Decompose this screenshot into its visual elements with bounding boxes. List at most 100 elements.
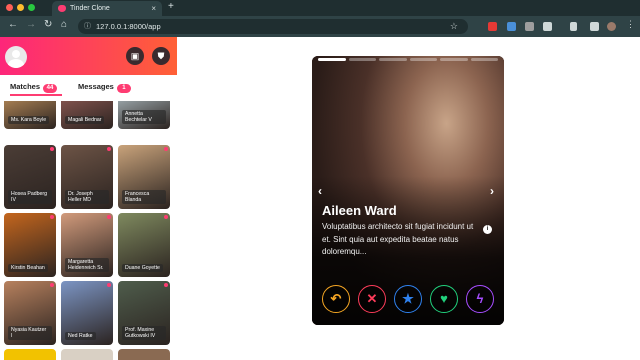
tab-matches-label: Matches — [10, 82, 41, 91]
profile-name: Aileen Ward — [322, 203, 397, 218]
photo-progress-bars — [318, 58, 498, 61]
url-text: 127.0.0.1:8000/app — [96, 22, 161, 31]
match-name: Prof. Maxine Gutkowski IV — [122, 326, 166, 340]
messages-count-badge: 1 — [116, 84, 131, 93]
match-card[interactable]: Ned Ratke — [61, 281, 113, 345]
match-name: Kirstin Beahan — [8, 264, 48, 272]
super-like-icon: ★ — [402, 291, 414, 306]
prev-photo-arrow[interactable]: ‹ — [318, 184, 322, 198]
briefcase-icon: ▣ — [130, 51, 140, 61]
match-name: Annetta Bechtelar V — [122, 110, 166, 124]
match-card-partial[interactable] — [61, 349, 113, 360]
reload-icon[interactable]: ↻ — [44, 19, 52, 30]
tab-messages-label: Messages — [78, 82, 114, 91]
tab-title: Tinder Clone — [70, 5, 110, 12]
new-match-dot — [107, 283, 111, 287]
new-match-dot — [50, 147, 54, 151]
sidebar-toggle-icon[interactable] — [590, 22, 599, 31]
photo-progress-bar — [318, 58, 346, 61]
bookmark-star-icon[interactable]: ☆ — [450, 19, 458, 34]
minimize-window-dot[interactable] — [17, 4, 24, 11]
match-name: Dr. Joseph Heller MD — [65, 190, 109, 204]
match-card[interactable]: Francesca Blanda — [118, 145, 170, 209]
address-bar[interactable]: ⓘ 127.0.0.1:8000/app ☆ — [78, 19, 468, 34]
matches-count-badge: 44 — [43, 84, 58, 93]
avatar-head-icon — [12, 50, 20, 58]
profile-card[interactable]: ‹ › Aileen Ward Voluptatibus architecto … — [312, 56, 504, 325]
boost-icon: ϟ — [476, 291, 484, 306]
like-icon: ♥ — [440, 291, 448, 306]
match-name: Nyasia Kautzer I — [8, 326, 52, 340]
match-card[interactable]: Duane Goyette — [118, 213, 170, 277]
match-card[interactable]: Nyasia Kautzer I — [4, 281, 56, 345]
new-match-dot — [50, 283, 54, 287]
new-match-dot — [107, 147, 111, 151]
like-button[interactable]: ♥ — [430, 285, 458, 313]
sidebar-header: ▣ ⛊ — [0, 37, 177, 75]
match-card[interactable]: Annetta Bechtelar V — [118, 101, 170, 129]
extensions-puzzle-icon[interactable] — [570, 22, 577, 31]
super-like-button[interactable]: ★ — [394, 285, 422, 313]
forward-icon[interactable]: → — [26, 19, 36, 30]
new-match-dot — [50, 215, 54, 219]
browser-tab-bar: Tinder Clone × + — [0, 0, 640, 16]
new-tab-button[interactable]: + — [168, 1, 174, 12]
close-tab-icon[interactable]: × — [151, 1, 156, 16]
new-match-dot — [164, 283, 168, 287]
site-info-icon[interactable]: ⓘ — [84, 19, 91, 34]
match-name: Margaretta Heidenreich Sr. — [65, 258, 109, 272]
avatar-body-icon — [8, 59, 24, 68]
extension-icon-1[interactable] — [488, 22, 497, 31]
match-name: Ned Ratke — [65, 332, 96, 340]
photo-progress-bar — [470, 58, 498, 61]
app-root: ▣ ⛊ Matches 44 Messages 1 Ms. Kara Boyle Ma… — [0, 37, 640, 360]
shield-button[interactable]: ⛊ — [152, 47, 170, 65]
extension-icon-4[interactable] — [543, 22, 552, 31]
user-avatar[interactable] — [5, 46, 27, 68]
photo-progress-bar — [379, 58, 407, 61]
match-card[interactable]: Hosea Padberg IV — [4, 145, 56, 209]
photo-progress-bar — [348, 58, 376, 61]
rewind-button[interactable]: ↶ — [322, 285, 350, 313]
close-window-dot[interactable] — [6, 4, 13, 11]
match-name: Ms. Kara Boyle — [8, 116, 50, 124]
active-tab-underline — [10, 94, 62, 96]
shield-icon: ⛊ — [157, 51, 165, 61]
boost-button[interactable]: ϟ — [466, 285, 494, 313]
browser-menu-icon[interactable]: ⋮ — [626, 19, 635, 29]
match-card[interactable]: Prof. Maxine Gutkowski IV — [118, 281, 170, 345]
briefcase-button[interactable]: ▣ — [126, 47, 144, 65]
match-card[interactable]: Ms. Kara Boyle — [4, 101, 56, 129]
match-card[interactable]: Dr. Joseph Heller MD — [61, 145, 113, 209]
new-match-dot — [164, 147, 168, 151]
nope-button[interactable]: ✕ — [358, 285, 386, 313]
new-match-dot — [107, 215, 111, 219]
tab-matches[interactable]: Matches 44 — [10, 82, 62, 96]
extension-icon-3[interactable] — [525, 22, 534, 31]
match-name: Magali Bednar — [65, 116, 105, 124]
main-area: ‹ › Aileen Ward Voluptatibus architecto … — [177, 37, 640, 360]
match-card-partial[interactable] — [4, 349, 56, 360]
extension-icon-2[interactable] — [507, 22, 516, 31]
match-card[interactable]: Kirstin Beahan — [4, 213, 56, 277]
match-card-partial[interactable] — [118, 349, 170, 360]
profile-avatar-icon[interactable] — [607, 22, 616, 31]
profile-info-button[interactable]: i — [483, 225, 492, 234]
match-name: Hosea Padberg IV — [8, 190, 52, 204]
matches-grid: Ms. Kara Boyle Magali Bednar Annetta Becht… — [4, 101, 174, 360]
browser-tab[interactable]: Tinder Clone × — [52, 1, 162, 16]
photo-progress-bar — [409, 58, 437, 61]
match-card[interactable]: Margaretta Heidenreich Sr. — [61, 213, 113, 277]
next-photo-arrow[interactable]: › — [490, 184, 494, 198]
match-card[interactable]: Magali Bednar — [61, 101, 113, 129]
rewind-icon: ↶ — [330, 291, 342, 306]
profile-bio: Voluptatibus architecto sit fugiat incid… — [322, 222, 474, 256]
photo-progress-bar — [440, 58, 468, 61]
tab-messages[interactable]: Messages 1 — [78, 82, 131, 93]
maximize-window-dot[interactable] — [28, 4, 35, 11]
sidebar: ▣ ⛊ Matches 44 Messages 1 Ms. Kara Boyle Ma… — [0, 37, 177, 360]
match-name: Duane Goyette — [122, 264, 163, 272]
home-icon[interactable]: ⌂ — [61, 19, 67, 30]
back-icon[interactable]: ← — [8, 19, 18, 30]
new-match-dot — [164, 215, 168, 219]
